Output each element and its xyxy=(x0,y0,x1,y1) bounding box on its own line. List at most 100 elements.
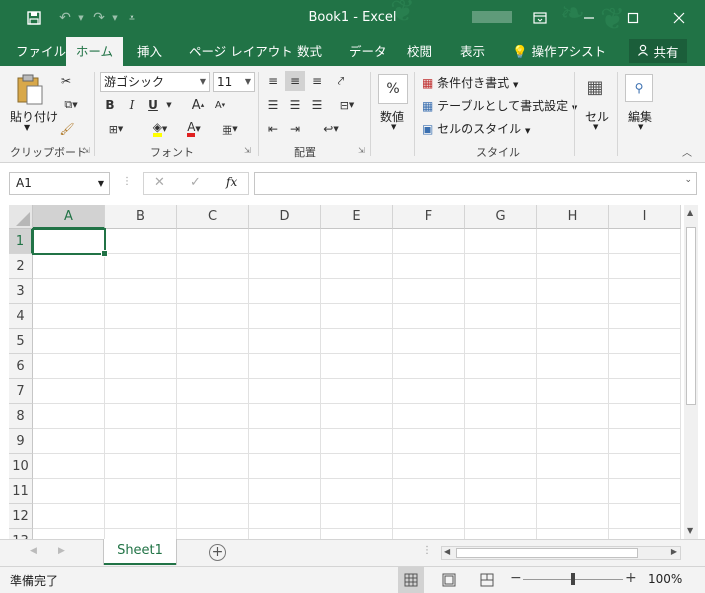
cell-d5[interactable] xyxy=(249,329,321,354)
align-right-icon[interactable]: ☰ xyxy=(308,96,326,114)
tab-review[interactable]: 校閲 xyxy=(407,37,432,66)
column-header-g[interactable]: G xyxy=(465,205,537,229)
cell-f4[interactable] xyxy=(393,304,465,329)
cell-h6[interactable] xyxy=(537,354,609,379)
cell-g9[interactable] xyxy=(465,429,537,454)
font-name-select[interactable]: 游ゴシック ▼ xyxy=(100,72,210,92)
cell-d6[interactable] xyxy=(249,354,321,379)
cell-b9[interactable] xyxy=(105,429,177,454)
tab-formulas[interactable]: 数式 xyxy=(297,37,322,66)
cell-c5[interactable] xyxy=(177,329,249,354)
cell-b10[interactable] xyxy=(105,454,177,479)
spreadsheet-grid[interactable]: ABCDEFGHI12345678910111213 xyxy=(9,205,685,539)
conditional-formatting-button[interactable]: ▦ 条件付き書式 ▼ xyxy=(422,74,518,91)
cell-i13[interactable] xyxy=(609,529,681,539)
cell-h12[interactable] xyxy=(537,504,609,529)
cell-c7[interactable] xyxy=(177,379,249,404)
zoom-out-icon[interactable]: − xyxy=(510,570,522,586)
cell-a5[interactable] xyxy=(33,329,105,354)
cell-c4[interactable] xyxy=(177,304,249,329)
align-center-icon[interactable]: ☰ xyxy=(286,96,304,114)
column-header-i[interactable]: I xyxy=(609,205,681,229)
align-bottom-icon[interactable]: ≡ xyxy=(308,71,326,91)
cell-a2[interactable] xyxy=(33,254,105,279)
fill-color-icon[interactable]: ◈ ▼ xyxy=(143,120,177,138)
zoom-in-icon[interactable]: + xyxy=(625,570,637,586)
zoom-level[interactable]: 100% xyxy=(648,572,682,586)
column-header-f[interactable]: F xyxy=(393,205,465,229)
increase-font-size-icon[interactable]: A ▴ xyxy=(190,96,206,114)
cell-i10[interactable] xyxy=(609,454,681,479)
underline-button[interactable]: U xyxy=(146,96,160,114)
cell-g3[interactable] xyxy=(465,279,537,304)
cell-a6[interactable] xyxy=(33,354,105,379)
cell-d11[interactable] xyxy=(249,479,321,504)
sheet-tab[interactable]: Sheet1 xyxy=(104,539,176,565)
row-header-9[interactable]: 9 xyxy=(9,429,33,454)
cell-e8[interactable] xyxy=(321,404,393,429)
cell-c12[interactable] xyxy=(177,504,249,529)
cell-f10[interactable] xyxy=(393,454,465,479)
cell-d10[interactable] xyxy=(249,454,321,479)
cell-d2[interactable] xyxy=(249,254,321,279)
cell-f13[interactable] xyxy=(393,529,465,539)
row-header-2[interactable]: 2 xyxy=(9,254,33,279)
paste-dropdown-icon[interactable]: ▼ xyxy=(24,123,30,132)
cancel-icon[interactable]: ✕ xyxy=(154,175,165,190)
page-layout-view-icon[interactable] xyxy=(442,573,456,590)
cell-a9[interactable] xyxy=(33,429,105,454)
font-size-select[interactable]: 11 ▼ xyxy=(213,72,255,92)
cell-c6[interactable] xyxy=(177,354,249,379)
cell-g5[interactable] xyxy=(465,329,537,354)
italic-button[interactable]: I xyxy=(125,96,139,114)
share-button[interactable]: 共有 xyxy=(629,39,687,63)
cell-d1[interactable] xyxy=(249,229,321,254)
cell-e4[interactable] xyxy=(321,304,393,329)
cell-g4[interactable] xyxy=(465,304,537,329)
column-header-d[interactable]: D xyxy=(249,205,321,229)
cell-c2[interactable] xyxy=(177,254,249,279)
cell-h3[interactable] xyxy=(537,279,609,304)
cell-d13[interactable] xyxy=(249,529,321,539)
format-as-table-button[interactable]: ▦ テーブルとして書式設定 ▼ xyxy=(422,97,577,114)
scroll-down-icon[interactable]: ▼ xyxy=(687,526,693,535)
horizontal-scroll-thumb[interactable] xyxy=(456,548,638,558)
cell-b13[interactable] xyxy=(105,529,177,539)
cell-c8[interactable] xyxy=(177,404,249,429)
cell-b7[interactable] xyxy=(105,379,177,404)
cell-g8[interactable] xyxy=(465,404,537,429)
cell-h2[interactable] xyxy=(537,254,609,279)
copy-icon[interactable]: ⧉ ▼ xyxy=(58,96,84,114)
cell-c9[interactable] xyxy=(177,429,249,454)
cell-e12[interactable] xyxy=(321,504,393,529)
cell-e5[interactable] xyxy=(321,329,393,354)
cell-e3[interactable] xyxy=(321,279,393,304)
row-header-3[interactable]: 3 xyxy=(9,279,33,304)
cell-i2[interactable] xyxy=(609,254,681,279)
increase-indent-icon[interactable]: ⇥ xyxy=(286,120,304,138)
align-middle-icon[interactable]: ≡ xyxy=(285,71,305,91)
cell-i4[interactable] xyxy=(609,304,681,329)
cell-e1[interactable] xyxy=(321,229,393,254)
cell-d9[interactable] xyxy=(249,429,321,454)
percent-icon[interactable]: % xyxy=(378,74,408,104)
vertical-scroll-thumb[interactable] xyxy=(686,227,696,405)
cell-f8[interactable] xyxy=(393,404,465,429)
cell-f12[interactable] xyxy=(393,504,465,529)
font-color-icon[interactable]: A ▼ xyxy=(179,120,209,138)
cell-h4[interactable] xyxy=(537,304,609,329)
cell-b1[interactable] xyxy=(105,229,177,254)
tab-file[interactable]: ファイル xyxy=(16,37,66,66)
cell-h5[interactable] xyxy=(537,329,609,354)
cell-e10[interactable] xyxy=(321,454,393,479)
row-header-5[interactable]: 5 xyxy=(9,329,33,354)
cell-h7[interactable] xyxy=(537,379,609,404)
tell-me-box[interactable]: 💡 操作アシスト xyxy=(512,37,606,66)
merge-center-icon[interactable]: ⊟ ▼ xyxy=(332,96,362,114)
cell-g10[interactable] xyxy=(465,454,537,479)
column-header-h[interactable]: H xyxy=(537,205,609,229)
cell-a13[interactable] xyxy=(33,529,105,539)
cell-d12[interactable] xyxy=(249,504,321,529)
cell-h10[interactable] xyxy=(537,454,609,479)
cell-h1[interactable] xyxy=(537,229,609,254)
